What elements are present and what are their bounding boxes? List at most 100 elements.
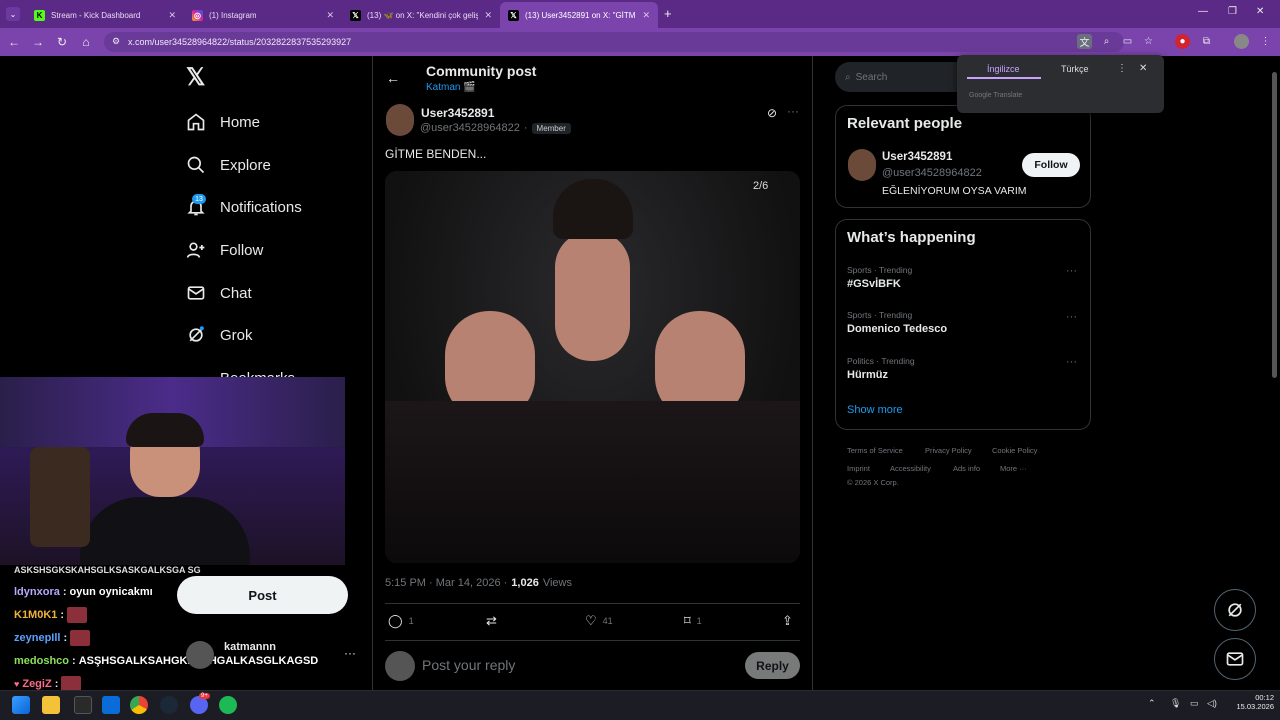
nav-follow[interactable]: Follow bbox=[186, 237, 263, 263]
extension-adblock-icon[interactable]: ● bbox=[1175, 34, 1190, 49]
url-field[interactable]: ⚙ x.com/user34528964822/status/203282283… bbox=[104, 32, 1124, 52]
forward-icon[interactable]: → bbox=[30, 34, 46, 50]
reply-action[interactable]: ◯ 1 bbox=[388, 613, 414, 629]
trend-more-icon[interactable]: ··· bbox=[1066, 265, 1077, 277]
steam-icon[interactable] bbox=[160, 696, 178, 714]
microphone-icon[interactable]: 🎙 bbox=[1170, 698, 1181, 709]
trend-item[interactable]: Sports · Trending #GSvİBFK bbox=[847, 265, 912, 290]
grok-floating-button[interactable] bbox=[1214, 589, 1256, 631]
back-icon[interactable]: ← bbox=[6, 34, 22, 50]
nav-chat[interactable]: Chat bbox=[186, 280, 252, 306]
relevant-people-title: Relevant people bbox=[847, 115, 963, 132]
chrome-icon[interactable] bbox=[130, 696, 148, 714]
footer-link[interactable]: Accessibility bbox=[890, 464, 931, 473]
tab-list-icon[interactable]: ⌄ bbox=[6, 7, 20, 21]
footer-link[interactable]: Terms of Service bbox=[847, 446, 903, 455]
outlook-icon[interactable] bbox=[102, 696, 120, 714]
translate-tab-turkish[interactable]: Türkçe bbox=[1061, 64, 1089, 74]
site-info-icon[interactable]: ⚙ bbox=[112, 36, 120, 47]
close-window-icon[interactable]: ✕ bbox=[1256, 6, 1264, 17]
minimize-icon[interactable]: — bbox=[1198, 6, 1208, 17]
translate-tab-indicator bbox=[967, 77, 1041, 79]
close-tab-icon[interactable]: ✕ bbox=[642, 10, 650, 21]
footer-link[interactable]: Imprint bbox=[847, 464, 870, 473]
bookmark-star-icon[interactable]: ☆ bbox=[1141, 34, 1156, 49]
network-icon[interactable]: ▭ bbox=[1190, 698, 1199, 709]
show-more-link[interactable]: Show more bbox=[847, 404, 903, 416]
browser-menu-icon[interactable]: ⋮ bbox=[1258, 34, 1273, 49]
home-icon[interactable]: ⌂ bbox=[78, 34, 94, 50]
footer-link[interactable]: More ··· bbox=[1000, 464, 1027, 473]
browser-tab-x-active[interactable]: 𝕏 (13) User3452891 on X: "GİTME ✕ bbox=[500, 2, 658, 28]
post-button[interactable]: Post bbox=[177, 576, 348, 614]
x-logo-icon[interactable]: 𝕏 bbox=[186, 66, 208, 90]
new-tab-icon[interactable]: + bbox=[664, 6, 672, 21]
spotify-icon[interactable] bbox=[219, 696, 237, 714]
cast-icon[interactable]: ▭ bbox=[1120, 34, 1135, 49]
person-handle[interactable]: @user34528964822 bbox=[882, 167, 982, 179]
translate-icon[interactable]: 文 bbox=[1077, 34, 1092, 49]
follow-button[interactable]: Follow bbox=[1022, 153, 1080, 177]
webcam-overlay bbox=[0, 377, 345, 565]
translate-menu-icon[interactable]: ⋮ bbox=[1117, 63, 1127, 74]
volume-icon[interactable]: ◁) bbox=[1207, 698, 1217, 709]
zoom-icon[interactable]: ⌕ bbox=[1099, 34, 1114, 49]
messages-floating-button[interactable] bbox=[1214, 638, 1256, 680]
reply-input[interactable]: Post your reply bbox=[422, 657, 515, 673]
translate-close-icon[interactable]: ✕ bbox=[1139, 63, 1147, 74]
windows-start-icon[interactable] bbox=[12, 696, 30, 714]
x-icon: 𝕏 bbox=[350, 9, 361, 21]
trend-item[interactable]: Politics · Trending Hürmüz bbox=[847, 356, 915, 381]
nav-grok[interactable]: Grok bbox=[186, 322, 253, 348]
close-tab-icon[interactable]: ✕ bbox=[326, 10, 334, 21]
footer-link[interactable]: Ads info bbox=[953, 464, 980, 473]
reply-button[interactable]: Reply bbox=[745, 652, 800, 679]
account-avatar[interactable] bbox=[186, 641, 214, 669]
person-avatar[interactable] bbox=[848, 149, 876, 181]
more-options-icon[interactable]: ··· bbox=[787, 104, 799, 118]
clock[interactable]: 00:12 15.03.2026 bbox=[1226, 693, 1274, 711]
author-handle[interactable]: @user34528964822 bbox=[420, 122, 520, 134]
author-avatar[interactable] bbox=[386, 104, 414, 136]
browser-tab-x-1[interactable]: 𝕏 (13) 🦋 on X: "Kendini çok geliş ✕ bbox=[342, 2, 500, 28]
person-name[interactable]: User3452891 bbox=[882, 151, 952, 163]
like-action[interactable]: ♡ 41 bbox=[585, 613, 613, 629]
browser-tab-instagram[interactable]: ◎ (1) Instagram ✕ bbox=[184, 2, 342, 28]
share-action[interactable]: ⇪ bbox=[782, 613, 793, 629]
trend-item[interactable]: Sports · Trending Domenico Tedesco bbox=[847, 310, 947, 335]
account-name[interactable]: katmannn bbox=[224, 641, 276, 653]
repost-action[interactable]: ⇄ bbox=[486, 613, 497, 629]
post-time[interactable]: 5:15 PM · Mar 14, 2026 · bbox=[385, 577, 507, 589]
account-more-icon[interactable]: ··· bbox=[344, 646, 356, 660]
extensions-icon[interactable]: ⧉ bbox=[1199, 34, 1214, 49]
trend-category: Politics · Trending bbox=[847, 356, 915, 366]
back-arrow-icon[interactable]: ← bbox=[386, 70, 400, 86]
translate-tab-english[interactable]: İngilizce bbox=[987, 64, 1020, 74]
profile-avatar-icon[interactable] bbox=[1234, 34, 1249, 49]
trend-name: Domenico Tedesco bbox=[847, 323, 948, 335]
search-input[interactable]: ⌕ Search bbox=[835, 62, 975, 92]
post-image[interactable]: 2/6 bbox=[385, 171, 800, 563]
footer-link[interactable]: Privacy Policy bbox=[925, 446, 972, 455]
close-tab-icon[interactable]: ✕ bbox=[484, 10, 492, 21]
restore-icon[interactable]: ❐ bbox=[1228, 6, 1237, 17]
translate-popup: İngilizce Türkçe ⋮ ✕ Google Translate bbox=[957, 55, 1164, 113]
community-link[interactable]: Katman 🎬 bbox=[426, 82, 476, 93]
close-tab-icon[interactable]: ✕ bbox=[168, 10, 176, 21]
app-icon[interactable] bbox=[74, 696, 92, 714]
trend-more-icon[interactable]: ··· bbox=[1066, 356, 1077, 368]
nav-label: Explore bbox=[220, 156, 271, 174]
nav-home[interactable]: Home bbox=[186, 109, 260, 135]
footer-link[interactable]: Cookie Policy bbox=[992, 446, 1037, 455]
trend-more-icon[interactable]: ··· bbox=[1066, 311, 1077, 323]
author-name[interactable]: User3452891 bbox=[421, 106, 494, 120]
reload-icon[interactable]: ↻ bbox=[54, 34, 70, 50]
browser-tab-kick[interactable]: K Stream - Kick Dashboard ✕ bbox=[26, 2, 184, 28]
bookmark-action[interactable]: ⌑ 1 bbox=[684, 613, 702, 629]
file-explorer-icon[interactable] bbox=[42, 696, 60, 714]
scrollbar-thumb[interactable] bbox=[1272, 72, 1277, 378]
chat-username: ldynxora bbox=[14, 586, 60, 598]
tray-expand-icon[interactable]: ⌃ bbox=[1148, 698, 1156, 709]
grok-icon[interactable]: ⊘ bbox=[767, 106, 777, 120]
nav-explore[interactable]: Explore bbox=[186, 152, 271, 178]
